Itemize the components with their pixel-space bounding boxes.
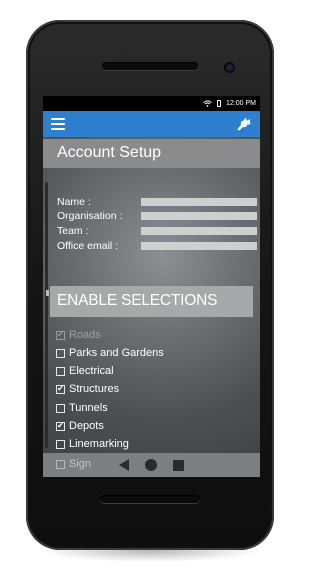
team-label: Team : [57, 225, 89, 237]
depots-checkbox[interactable]: ✔ [56, 421, 65, 431]
roads-checkbox[interactable]: ✔ [56, 330, 65, 340]
recent-square-icon[interactable] [173, 459, 184, 471]
page-title: Account Setup [57, 144, 162, 161]
phone-screen: 12:00 PM Account Setup Name : Organisati… [43, 96, 260, 477]
sign-label: Sign [69, 458, 92, 470]
battery-icon [217, 100, 222, 107]
office-email-label: Office email : [57, 240, 119, 252]
tunnels-checkbox[interactable] [56, 403, 65, 413]
section-title: ENABLE SELECTIONS [57, 292, 218, 309]
back-triangle-icon[interactable] [119, 459, 129, 471]
earpiece-speaker [102, 62, 198, 70]
depots-label: Depots [69, 420, 104, 432]
wrench-icon[interactable] [236, 116, 252, 132]
scrollbar-grip[interactable] [46, 290, 49, 296]
electrical-label: Electrical [69, 365, 114, 377]
structures-label: Structures [69, 383, 120, 395]
selection-depots[interactable]: ✔ Depots [56, 419, 104, 433]
app-bar [43, 111, 260, 137]
sign-checkbox[interactable] [56, 459, 65, 469]
selection-tunnels[interactable]: Tunnels [56, 401, 108, 415]
parks-and-gardens-label: Parks and Gardens [69, 347, 164, 359]
hamburger-menu-icon[interactable] [51, 118, 65, 130]
wifi-icon [203, 100, 212, 107]
scrollbar[interactable] [45, 182, 48, 448]
organisation-label: Organisation : [57, 210, 123, 222]
form-row-organisation: Organisation : [57, 210, 257, 224]
tunnels-label: Tunnels [69, 402, 108, 414]
office-email-field[interactable] [141, 242, 257, 250]
linemarking-label: Linemarking [69, 438, 129, 450]
selection-structures[interactable]: ✔ Structures [56, 382, 119, 396]
form-row-name: Name : [57, 196, 257, 210]
selection-linemarking[interactable]: Linemarking [56, 437, 129, 451]
section-header: ENABLE SELECTIONS [50, 286, 253, 317]
roads-label: Roads [69, 329, 101, 341]
status-bar: 12:00 PM [43, 96, 260, 111]
parks-and-gardens-checkbox[interactable] [56, 348, 65, 358]
bottom-speaker [100, 495, 200, 503]
screen-title-bar: Account Setup [43, 139, 260, 168]
organisation-field[interactable] [141, 212, 257, 220]
name-label: Name : [57, 196, 91, 208]
status-time: 12:00 PM [226, 100, 256, 107]
selection-roads[interactable]: ✔ Roads [56, 328, 101, 342]
electrical-checkbox[interactable] [56, 366, 65, 376]
structures-checkbox[interactable]: ✔ [56, 384, 65, 394]
name-field[interactable] [141, 198, 257, 206]
front-camera [226, 64, 233, 71]
selection-electrical[interactable]: Electrical [56, 364, 114, 378]
form-row-office-email: Office email : [57, 240, 257, 254]
home-circle-icon[interactable] [145, 459, 157, 471]
selection-parks-and-gardens[interactable]: Parks and Gardens [56, 346, 164, 360]
team-field[interactable] [141, 227, 257, 235]
linemarking-checkbox[interactable] [56, 439, 65, 449]
selection-sign[interactable]: Sign [56, 457, 91, 471]
form-row-team: Team : [57, 225, 257, 239]
